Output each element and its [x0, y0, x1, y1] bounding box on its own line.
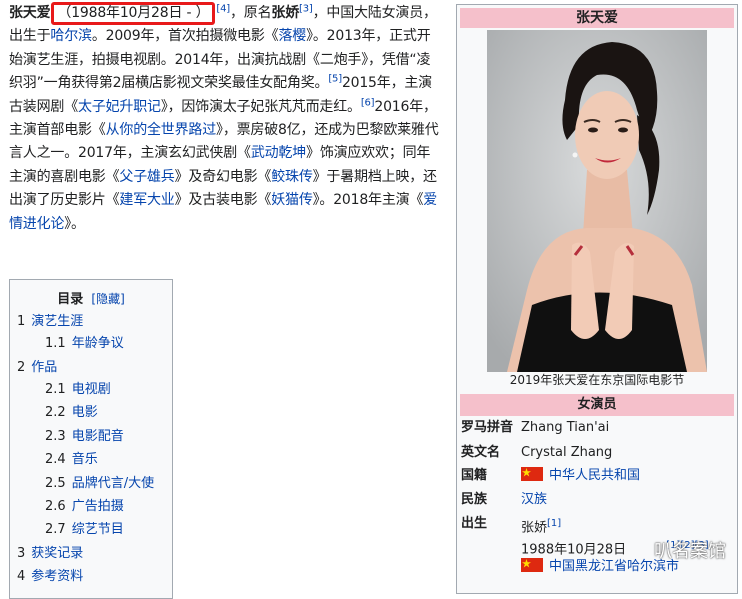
citation-1[interactable]: [1] — [547, 518, 561, 529]
toc-item-number: 3 — [17, 546, 26, 561]
citation-4[interactable]: [4] — [216, 3, 230, 14]
toc-item-number: 4 — [17, 569, 26, 584]
row-key: 罗马拼音 — [461, 420, 514, 435]
birth-name: 张娇 — [521, 520, 548, 536]
intro-text: 》及古装电影《 — [174, 192, 272, 209]
link-luoying[interactable]: 落樱 — [278, 28, 306, 44]
portrait-photo[interactable] — [487, 30, 707, 372]
row-key: 国籍 — [461, 468, 488, 483]
photo-caption: 2019年张天爱在东京国际电影节 — [509, 373, 685, 387]
row-value: Crystal Zhang — [521, 445, 613, 460]
intro-text: 》。2018年主演《 — [312, 192, 424, 209]
toc-header: 目录 [隐藏] — [10, 289, 172, 311]
watermark: 叭名案馆 — [654, 541, 726, 562]
link-wudong[interactable]: 武动乾坤 — [251, 145, 306, 161]
original-name: 张娇 — [271, 5, 300, 21]
row-key: 出生 — [461, 516, 488, 531]
link-prc[interactable]: 中华人民共和国 — [549, 468, 640, 483]
citation-3[interactable]: [3] — [299, 3, 313, 14]
toc-item-number: 2.5 — [45, 476, 66, 491]
toc-item-number: 2 — [17, 360, 26, 375]
toc-item[interactable]: 2.4 音乐 — [45, 449, 98, 471]
toc-title: 目录 — [57, 292, 84, 307]
toc-item-number: 2.6 — [45, 499, 66, 514]
toc-item-label[interactable]: 电影配音 — [72, 429, 124, 444]
toc-item-label[interactable]: 电视剧 — [72, 382, 111, 397]
row-value-wrap: 中华人民共和国 — [521, 467, 640, 485]
intro-text: 》。 — [64, 215, 85, 232]
toc-hide-toggle[interactable]: [隐藏] — [91, 292, 124, 306]
toc-item-number: 2.1 — [45, 382, 66, 397]
toc-item[interactable]: 1.1 年龄争议 — [45, 333, 124, 355]
intro-text: ，原名 — [230, 5, 272, 21]
toc-item-number: 2.2 — [45, 405, 66, 420]
toc-item[interactable]: 2.2 电影 — [45, 402, 98, 424]
citation-6[interactable]: [6] — [361, 97, 375, 108]
infobox: 张天爱 2019年张天爱在东京国际电影节 女演员 罗马拼音 Zhang Tian… — [456, 4, 738, 594]
toc-item-label[interactable]: 广告拍摄 — [72, 499, 124, 514]
birth-date-highlight: （1988年10月28日 - ） — [51, 2, 216, 25]
toc-item-label[interactable]: 电影 — [72, 405, 98, 420]
intro-text: 》，因饰演太子妃张芃芃而走红。 — [160, 98, 361, 115]
toc-item-label[interactable]: 获奖记录 — [31, 546, 83, 561]
infobox-section-header: 女演员 — [460, 394, 734, 416]
toc-item[interactable]: 4 参考资料 — [17, 566, 83, 588]
link-jianjun[interactable]: 建军大业 — [119, 192, 174, 208]
infobox-title: 张天爱 — [460, 8, 734, 28]
link-congni[interactable]: 从你的全世界路过 — [106, 122, 217, 138]
intro-text: 。2009年，首次拍摄微电影《 — [91, 28, 279, 45]
toc-item[interactable]: 2.3 电影配音 — [45, 426, 124, 448]
link-yaomao[interactable]: 妖猫传 — [271, 192, 313, 208]
toc-item[interactable]: 2 作品 — [17, 357, 57, 379]
toc-item[interactable]: 1 演艺生涯 — [17, 311, 83, 333]
birth-date: 1988年10月28日 — [521, 542, 627, 558]
row-key: 民族 — [461, 492, 488, 507]
toc-item-label[interactable]: 综艺节目 — [72, 522, 124, 537]
china-flag-icon — [521, 467, 543, 481]
toc-item[interactable]: 3 获奖记录 — [17, 543, 83, 565]
china-flag-icon — [521, 558, 543, 572]
table-of-contents: 目录 [隐藏] 1 演艺生涯 1.1 年龄争议 2 作品 2.1 电视剧 2.2 电影 2… — [9, 279, 173, 599]
toc-item-number: 2.3 — [45, 429, 66, 444]
toc-item[interactable]: 2.6 广告拍摄 — [45, 496, 124, 518]
toc-item-number: 2.4 — [45, 452, 66, 467]
toc-item-label[interactable]: 作品 — [31, 360, 57, 375]
row-value-wrap: 张娇[1] — [521, 515, 561, 537]
toc-item-label[interactable]: 参考资料 — [31, 569, 83, 584]
toc-item[interactable]: 2.7 综艺节目 — [45, 519, 124, 541]
citation-5[interactable]: [5] — [328, 74, 342, 85]
toc-item[interactable]: 2.5 品牌代言/大使 — [45, 473, 154, 495]
toc-item-label[interactable]: 演艺生涯 — [31, 314, 83, 329]
toc-item[interactable]: 2.1 电视剧 — [45, 379, 111, 401]
link-fuzi[interactable]: 父子雄兵 — [119, 169, 174, 185]
intro-paragraph: 张天爱 （1988年10月28日 - ） [4]，原名张娇[3]，中国大陆女演员，出… — [9, 2, 442, 236]
subject-name: 张天爱 — [9, 5, 51, 21]
toc-item-label[interactable]: 品牌代言/大使 — [72, 476, 154, 491]
toc-item-label[interactable]: 年龄争议 — [72, 336, 124, 351]
row-key: 英文名 — [461, 445, 501, 460]
intro-text: 》及奇幻电影《 — [174, 168, 272, 185]
toc-item-number: 2.7 — [45, 522, 66, 537]
link-taizifei[interactable]: 太子妃升职记 — [78, 99, 161, 115]
portrait-illustration — [487, 30, 707, 372]
row-value: Zhang Tian'ai — [521, 420, 610, 435]
toc-item-number: 1.1 — [45, 336, 66, 351]
toc-item-label[interactable]: 音乐 — [72, 452, 98, 467]
link-jiaozhu[interactable]: 鲛珠传 — [271, 169, 313, 185]
link-han[interactable]: 汉族 — [521, 491, 547, 509]
link-harbin[interactable]: 哈尔滨 — [50, 28, 92, 44]
toc-item-number: 1 — [17, 314, 26, 329]
